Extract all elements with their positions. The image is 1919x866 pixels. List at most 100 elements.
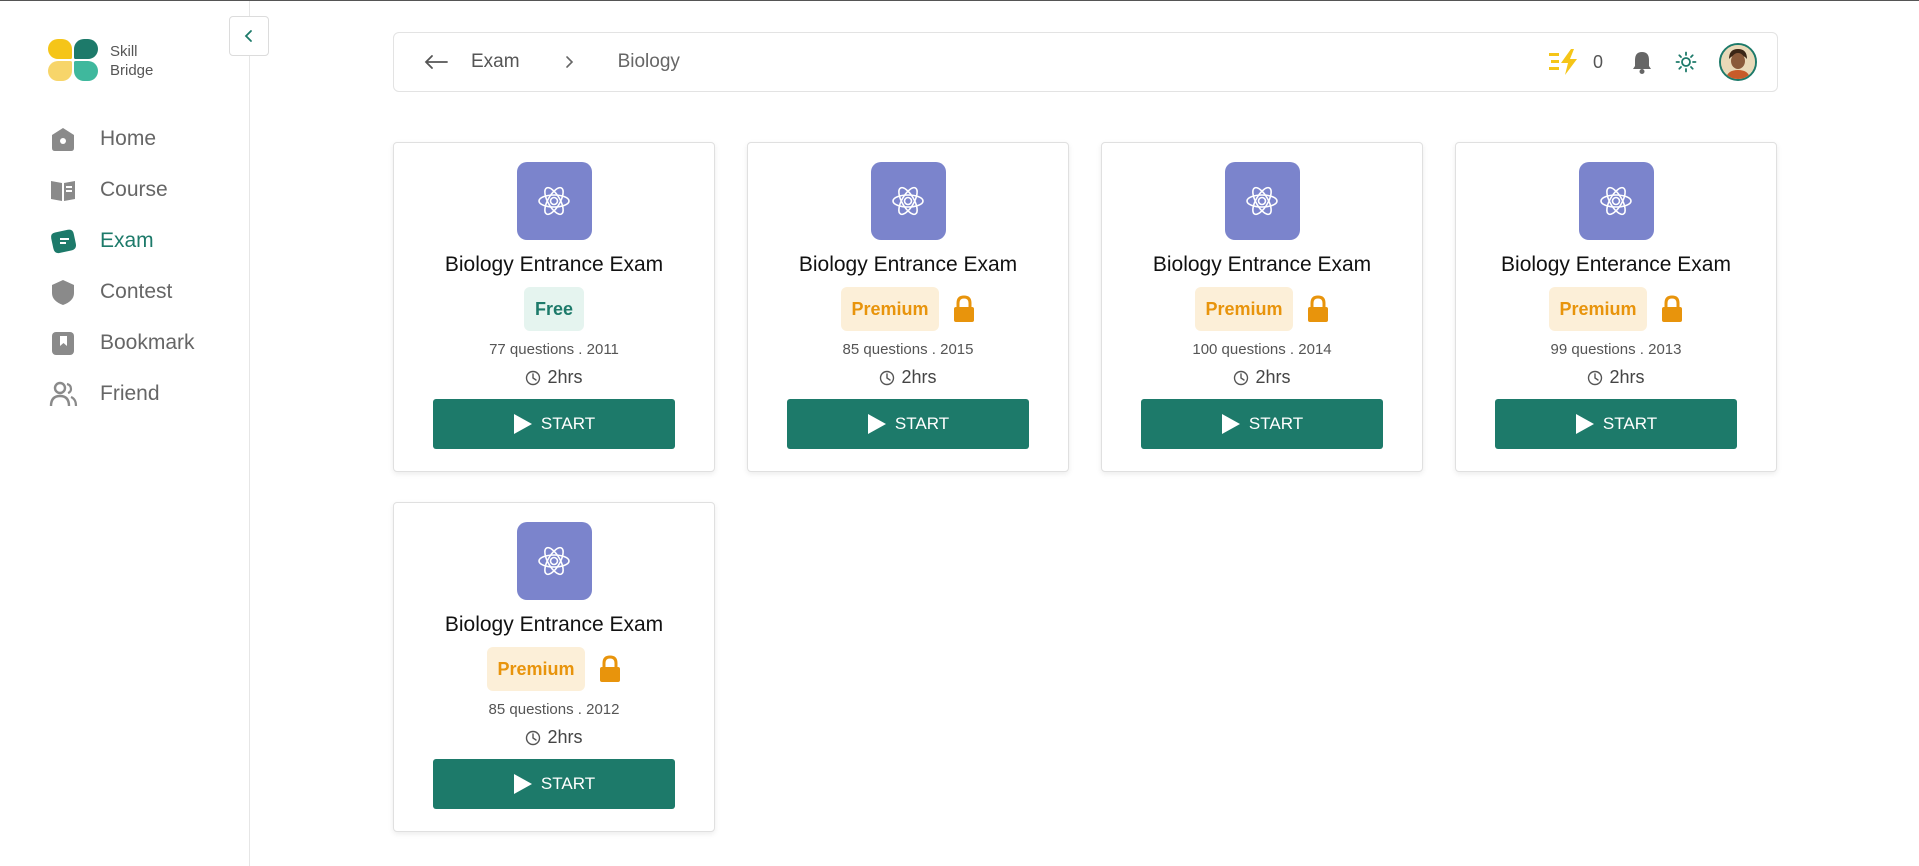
start-exam-button[interactable]: START [1141, 399, 1383, 449]
lock-icon [953, 295, 974, 322]
duration-text: 2hrs [901, 367, 937, 387]
clock-icon [526, 370, 541, 385]
start-exam-button[interactable]: START [787, 399, 1029, 449]
premium-badge: Premium [1195, 287, 1293, 331]
exam-duration: 2hrs [1233, 367, 1291, 388]
sidebar-collapse-button[interactable] [229, 16, 269, 56]
atom-icon [516, 522, 592, 600]
sidebar-item-bookmark[interactable]: Bookmark [48, 317, 195, 368]
user-avatar[interactable] [1719, 43, 1757, 81]
lock-icon [1307, 295, 1328, 322]
start-button-label: START [540, 774, 596, 793]
shield-icon [52, 279, 74, 305]
badge-row: Free [523, 287, 585, 331]
exam-title: Biology Enterance Exam [1501, 253, 1731, 276]
play-icon [513, 414, 532, 434]
home-icon [52, 127, 74, 151]
badge-row: Premium [487, 647, 620, 691]
premium-badge: Premium [1549, 287, 1647, 331]
sidebar-item-contest[interactable]: Contest [48, 266, 195, 317]
header-actions: 0 [1548, 43, 1757, 81]
brand-logo[interactable]: Skill Bridge [48, 39, 153, 83]
duration-text: 2hrs [547, 727, 583, 747]
duration-text: 2hrs [547, 367, 583, 387]
bookmark-icon [52, 331, 74, 355]
sidebar-item-label: Friend [100, 381, 160, 405]
sidebar-item-label: Bookmark [100, 330, 195, 354]
back-arrow-icon[interactable] [423, 54, 449, 70]
premium-badge: Premium [841, 287, 939, 331]
lock-icon [1661, 295, 1682, 322]
avatar-portrait-icon [1721, 45, 1755, 79]
sidebar-item-label: Contest [100, 279, 173, 303]
play-icon [867, 414, 886, 434]
play-icon [1221, 414, 1240, 434]
logo-mark-icon [48, 39, 100, 83]
friends-icon [49, 381, 78, 406]
brand-line-1: Skill [110, 43, 138, 60]
lock-icon [599, 655, 620, 682]
exam-card: Biology Entrance Exam Free 77 questions … [393, 142, 715, 472]
brand-line-2: Bridge [110, 62, 154, 79]
exam-meta: 99 questions . 2013 [1550, 341, 1682, 358]
start-button-label: START [540, 414, 596, 433]
sidebar-item-course[interactable]: Course [48, 164, 195, 215]
free-badge: Free [523, 287, 585, 331]
exam-duration: 2hrs [525, 367, 583, 388]
start-exam-button[interactable]: START [1495, 399, 1737, 449]
exam-card: Biology Entrance Exam Premium 85 questio… [393, 502, 715, 832]
exam-card: Biology Entrance Exam Premium 100 questi… [1101, 142, 1423, 472]
atom-icon [516, 162, 592, 240]
exam-meta: 85 questions . 2015 [842, 341, 974, 358]
clock-icon [526, 730, 541, 745]
breadcrumb-current: Biology [617, 51, 680, 72]
sidebar-item-home[interactable]: Home [48, 113, 195, 164]
start-button-label: START [894, 414, 950, 433]
start-button-label: START [1248, 414, 1304, 433]
chevron-left-icon [244, 30, 252, 42]
exam-title: Biology Entrance Exam [444, 253, 664, 276]
clock-icon [1234, 370, 1249, 385]
sidebar-item-friend[interactable]: Friend [48, 368, 195, 419]
exam-card: Biology Enterance Exam Premium 99 questi… [1455, 142, 1777, 472]
exam-icon [51, 229, 76, 253]
exam-duration: 2hrs [1587, 367, 1645, 388]
lightning-icon [1548, 49, 1577, 75]
sidebar: Skill Bridge Home Course Exam Contest Bo… [0, 1, 250, 866]
brand-name: Skill Bridge [110, 42, 153, 80]
exam-title: Biology Entrance Exam [444, 613, 664, 636]
premium-badge: Premium [487, 647, 585, 691]
duration-text: 2hrs [1255, 367, 1291, 387]
atom-icon [870, 162, 946, 240]
streak-count: 0 [1592, 51, 1603, 72]
exam-meta: 77 questions . 2011 [489, 341, 619, 358]
exam-title: Biology Entrance Exam [1152, 253, 1372, 276]
exam-duration: 2hrs [525, 727, 583, 748]
streak-counter[interactable]: 0 [1548, 48, 1603, 76]
atom-icon [1224, 162, 1300, 240]
sidebar-item-exam[interactable]: Exam [48, 215, 195, 266]
clock-icon [880, 370, 895, 385]
bell-icon[interactable] [1631, 50, 1653, 74]
sidebar-item-label: Home [100, 126, 157, 150]
breadcrumb-exam-link[interactable]: Exam [471, 51, 520, 73]
sidebar-nav: Home Course Exam Contest Bookmark Friend [48, 113, 195, 419]
play-icon [513, 774, 532, 794]
exam-card: Biology Entrance Exam Premium 85 questio… [747, 142, 1069, 472]
atom-icon [1578, 162, 1654, 240]
play-icon [1575, 414, 1594, 434]
exam-meta: 100 questions . 2014 [1192, 341, 1332, 358]
clock-icon [1588, 370, 1603, 385]
theme-toggle-sun-icon[interactable] [1675, 51, 1697, 73]
exam-title: Biology Entrance Exam [798, 253, 1018, 276]
badge-row: Premium [1195, 287, 1328, 331]
badge-row: Premium [841, 287, 974, 331]
start-exam-button[interactable]: START [433, 759, 675, 809]
chevron-right-icon [564, 55, 574, 69]
badge-row: Premium [1549, 287, 1682, 331]
duration-text: 2hrs [1609, 367, 1645, 387]
book-icon [51, 180, 75, 201]
sidebar-item-label: Exam [100, 228, 154, 252]
start-exam-button[interactable]: START [433, 399, 675, 449]
exam-duration: 2hrs [879, 367, 937, 388]
